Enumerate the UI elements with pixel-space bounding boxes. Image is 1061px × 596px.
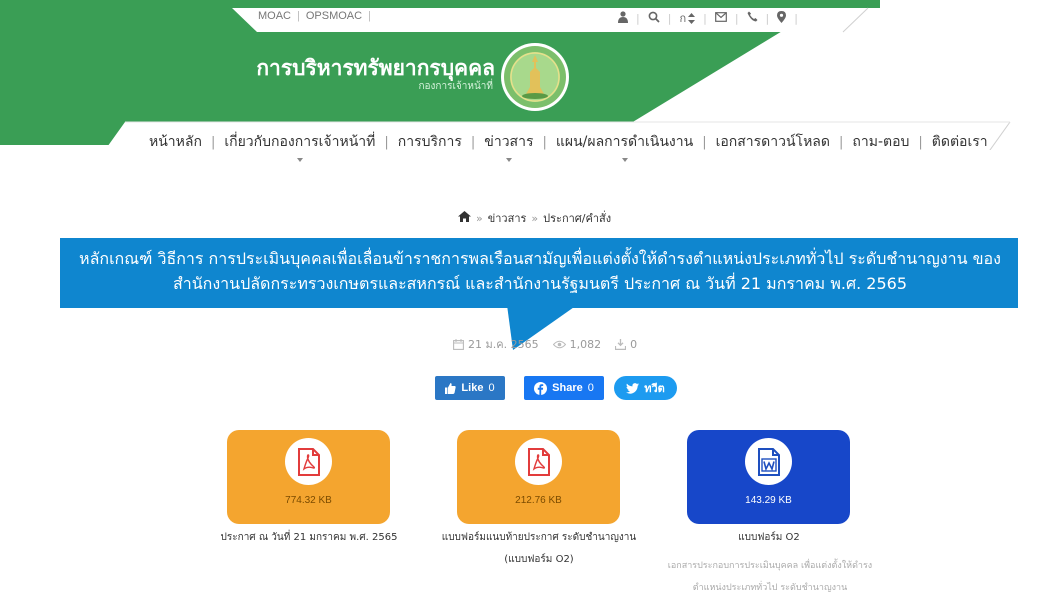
facebook-like-button[interactable]: Like 0 xyxy=(435,376,505,400)
file-caption: ประกาศ ณ วันที่ 21 มกราคม พ.ศ. 2565 xyxy=(220,532,398,543)
breadcrumb-announcement[interactable]: ประกาศ/คำสั่ง xyxy=(543,209,611,227)
mail-icon[interactable] xyxy=(714,11,727,25)
user-icon[interactable] xyxy=(618,10,628,26)
breadcrumb-news[interactable]: ข่าวสาร xyxy=(488,209,527,227)
chevron-down-icon xyxy=(505,158,512,162)
department-logo[interactable] xyxy=(500,42,570,112)
nav-downloads[interactable]: เอกสารดาวน์โหลด xyxy=(707,131,839,153)
download-card[interactable]: 212.76 KB xyxy=(457,430,620,524)
nav-plans[interactable]: แผน/ผลการดำเนินงาน xyxy=(547,131,702,162)
article-views: 1,082 xyxy=(569,337,602,351)
nav-services[interactable]: การบริการ xyxy=(389,131,471,153)
search-icon[interactable] xyxy=(648,11,660,26)
font-size-icon[interactable]: ก xyxy=(679,9,696,27)
file-size: 143.29 KB xyxy=(745,495,792,506)
file-description: เอกสารประกอบการประเมินบุคคล เพื่อแต่งตั้… xyxy=(667,561,873,593)
home-icon[interactable] xyxy=(458,210,471,226)
nav-faq[interactable]: ถาม-ตอบ xyxy=(843,131,918,153)
views-stat: 1,082 xyxy=(552,337,602,351)
map-pin-icon[interactable] xyxy=(777,10,787,26)
calendar-icon xyxy=(453,338,464,350)
article-title: หลักเกณฑ์ วิธีการ การประเมินบุคคลเพื่อเล… xyxy=(79,249,1001,293)
tweet-button[interactable]: ทวีต xyxy=(614,376,677,400)
topbar-links: MOAC | OPSMOAC | xyxy=(258,10,371,22)
download-card[interactable]: 774.32 KB xyxy=(227,430,390,524)
topbar-link-opsmoac[interactable]: OPSMOAC xyxy=(306,10,362,22)
date-stat: 21 ม.ค. 2565 xyxy=(453,335,539,353)
twitter-bird-icon xyxy=(626,382,640,394)
topbar-link-moac[interactable]: MOAC xyxy=(258,10,291,22)
pdf-file-icon xyxy=(515,438,562,485)
nav-contact[interactable]: ติดต่อเรา xyxy=(923,131,997,153)
nav-news[interactable]: ข่าวสาร xyxy=(475,131,542,162)
site-subtitle: กองการเจ้าหน้าที่ xyxy=(418,81,493,92)
thumbs-up-icon xyxy=(445,382,457,394)
topbar-icons: | | ก | | | | xyxy=(618,9,798,27)
article-date: 21 ม.ค. 2565 xyxy=(468,338,539,351)
word-file-icon xyxy=(745,438,792,485)
article-downloads: 0 xyxy=(630,337,638,351)
nav-about[interactable]: เกี่ยวกับกองการเจ้าหน้าที่ xyxy=(215,131,384,162)
file-caption: แบบฟอร์มแนบท้ายประกาศ ระดับชำนาญงาน (แบบ… xyxy=(441,532,637,565)
file-caption: แบบฟอร์ม O2 xyxy=(738,532,800,543)
facebook-icon xyxy=(534,381,548,395)
phone-icon[interactable] xyxy=(747,11,758,25)
eye-icon xyxy=(552,340,566,348)
breadcrumb-separator: » xyxy=(531,211,539,225)
nav-home[interactable]: หน้าหลัก xyxy=(140,131,211,153)
file-size: 774.32 KB xyxy=(285,495,332,506)
breadcrumb-separator: » xyxy=(476,211,483,225)
file-size: 212.76 KB xyxy=(515,495,562,506)
topbar-separator: | xyxy=(368,10,371,22)
chevron-down-icon xyxy=(621,158,628,162)
chevron-down-icon xyxy=(296,158,303,162)
download-card[interactable]: 143.29 KB xyxy=(687,430,850,524)
pdf-file-icon xyxy=(285,438,332,485)
breadcrumb: » ข่าวสาร » ประกาศ/คำสั่ง xyxy=(458,209,611,227)
downloads-stat: 0 xyxy=(615,338,637,351)
article-meta: 21 ม.ค. 2565 1,082 0 xyxy=(453,335,637,353)
topbar-separator: | xyxy=(297,10,300,22)
main-nav: หน้าหลัก | เกี่ยวกับกองการเจ้าหน้าที่ | … xyxy=(140,126,997,162)
download-icon xyxy=(615,338,627,350)
facebook-share-button[interactable]: Share 0 xyxy=(524,376,604,400)
